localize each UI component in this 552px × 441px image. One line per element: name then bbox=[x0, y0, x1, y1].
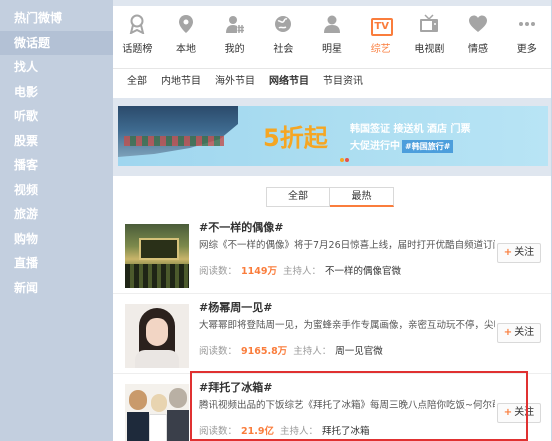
thumb-head bbox=[129, 390, 147, 410]
category-topic-rank[interactable]: 话题榜 bbox=[113, 14, 162, 64]
category-emotion[interactable]: 情感 bbox=[454, 14, 503, 64]
tv-icon: TV bbox=[370, 14, 393, 36]
sidebar-item-topics[interactable]: 微话题 bbox=[0, 30, 113, 55]
sidebar-item-shopping[interactable]: 购物 bbox=[0, 227, 113, 252]
thumb-body bbox=[167, 410, 189, 441]
topic-item: #杨幂周一见# 大幂幂即将登陆周一见，为蜜蜂亲手作专属画像，亲密互动玩不停，尖叫… bbox=[113, 294, 551, 374]
sidebar-item-stocks[interactable]: 股票 bbox=[0, 129, 113, 154]
host-name[interactable]: 拜托了冰箱 bbox=[322, 426, 370, 437]
more-dots-icon bbox=[517, 14, 537, 34]
thumb-body bbox=[127, 412, 149, 441]
subtab-overseas[interactable]: 海外节目 bbox=[215, 74, 255, 90]
subtab-domestic[interactable]: 内地节目 bbox=[161, 74, 201, 90]
topic-description: 网综《不一样的偶像》将于7月26日惊喜上线，届时打开优酷自频道订阅 bbox=[199, 240, 495, 251]
follow-button[interactable]: + 关注 bbox=[497, 403, 541, 423]
banner-services: 韩国签证 接送机 酒店 门票 bbox=[350, 124, 471, 135]
host-name[interactable]: 周一见官微 bbox=[335, 346, 383, 357]
topic-title[interactable]: #杨幂周一见# bbox=[199, 299, 272, 315]
category-local[interactable]: 本地 bbox=[162, 14, 211, 64]
topic-thumbnail[interactable] bbox=[125, 224, 189, 288]
plus-icon: + bbox=[503, 247, 513, 258]
topic-description: 大幂幂即将登陆周一见，为蜜蜂亲手作专属画像，亲密互动玩不停，尖叫 bbox=[199, 320, 495, 331]
category-divider bbox=[113, 68, 551, 69]
follow-button[interactable]: + 关注 bbox=[497, 243, 541, 263]
topic-description: 腾讯视频出品的下饭综艺《拜托了冰箱》每周三晚八点陪你吃饭~何尔萌和 bbox=[199, 400, 495, 411]
read-count: 9165.8万 bbox=[241, 346, 288, 357]
category-mine[interactable]: 我的 bbox=[210, 14, 259, 64]
plus-icon: + bbox=[503, 327, 513, 338]
topic-title[interactable]: #不一样的偶像# bbox=[199, 219, 283, 235]
sidebar-item-live[interactable]: 直播 bbox=[0, 251, 113, 276]
category-stars[interactable]: 明星 bbox=[308, 14, 357, 64]
filter-tabs: 全部 最热 bbox=[266, 187, 394, 207]
category-more[interactable]: 更多 bbox=[502, 14, 551, 64]
plus-icon: + bbox=[503, 407, 513, 418]
subtab-online[interactable]: 网络节目 bbox=[269, 74, 309, 90]
banner-dots bbox=[340, 151, 352, 162]
sidebar-item-hot-weibo[interactable]: 热门微博 bbox=[0, 6, 113, 31]
sidebar-item-travel[interactable]: 旅游 bbox=[0, 202, 113, 227]
follow-button[interactable]: + 关注 bbox=[497, 323, 541, 343]
topic-meta: 阅读数： 21.9亿 主持人： 拜托了冰箱 bbox=[199, 426, 370, 437]
sidebar-item-news[interactable]: 新闻 bbox=[0, 276, 113, 301]
heart-icon bbox=[468, 14, 488, 34]
topic-meta: 阅读数： 9165.8万 主持人： 周一见官微 bbox=[199, 346, 383, 357]
topic-item: #拜托了冰箱# 腾讯视频出品的下饭综艺《拜托了冰箱》每周三晚八点陪你吃饭~何尔萌… bbox=[113, 374, 551, 441]
category-icon-row: 话题榜 本地 我的 社会 明星 TV 综艺 电视剧 情感 更多 bbox=[113, 14, 551, 64]
thumb-face bbox=[146, 318, 168, 346]
banner-tag: #韩国旅行# bbox=[402, 140, 454, 153]
category-variety[interactable]: TV 综艺 bbox=[356, 14, 405, 64]
promo-banner[interactable]: 5折起 韩国签证 接送机 酒店 门票 大促进行中 #韩国旅行# bbox=[118, 106, 548, 166]
banner-palace-beams bbox=[124, 136, 224, 146]
topic-thumbnail[interactable] bbox=[125, 304, 189, 368]
badge-icon bbox=[127, 14, 147, 35]
television-icon bbox=[419, 14, 439, 34]
banner-headline: 5折起 bbox=[263, 124, 328, 152]
category-tv-drama[interactable]: 电视剧 bbox=[405, 14, 454, 64]
sidebar-item-music[interactable]: 听歌 bbox=[0, 104, 113, 129]
banner-promo-line: 大促进行中 #韩国旅行# bbox=[350, 137, 454, 153]
topic-list-card: 全部 最热 #不一样的偶像# 网综《不一样的偶像》将于7月26日惊喜上线，届时打… bbox=[113, 176, 551, 441]
category-card: 话题榜 本地 我的 社会 明星 TV 综艺 电视剧 情感 更多 全部 内地节目 … bbox=[113, 6, 551, 98]
read-count: 1149万 bbox=[241, 266, 277, 277]
person-icon bbox=[322, 14, 342, 34]
filter-tab-hottest[interactable]: 最热 bbox=[330, 187, 394, 207]
globe-icon bbox=[273, 14, 293, 34]
subtab-all[interactable]: 全部 bbox=[127, 74, 147, 90]
topic-thumbnail[interactable] bbox=[125, 384, 189, 441]
location-pin-icon bbox=[176, 14, 196, 34]
sidebar-item-videos[interactable]: 视频 bbox=[0, 178, 113, 203]
filter-tab-all[interactable]: 全部 bbox=[266, 187, 330, 207]
sidebar-item-movies[interactable]: 电影 bbox=[0, 80, 113, 105]
category-society[interactable]: 社会 bbox=[259, 14, 308, 64]
subtab-row: 全部 内地节目 海外节目 网络节目 节目资讯 bbox=[113, 74, 363, 90]
sidebar-item-find-people[interactable]: 找人 bbox=[0, 55, 113, 80]
subtab-news[interactable]: 节目资讯 bbox=[323, 74, 363, 90]
user-hash-icon bbox=[225, 14, 245, 34]
host-name[interactable]: 不一样的偶像官微 bbox=[325, 266, 401, 277]
topic-meta: 阅读数： 1149万 主持人： 不一样的偶像官微 bbox=[199, 266, 401, 277]
topic-item: #不一样的偶像# 网综《不一样的偶像》将于7月26日惊喜上线，届时打开优酷自频道… bbox=[113, 214, 551, 294]
thumb-head bbox=[169, 388, 187, 408]
thumb-head bbox=[151, 394, 167, 412]
thumb-crowd bbox=[125, 264, 189, 288]
read-count: 21.9亿 bbox=[241, 426, 274, 437]
thumb-stage bbox=[139, 238, 179, 260]
topic-title[interactable]: #拜托了冰箱# bbox=[199, 379, 272, 395]
sidebar-nav: 热门微博 微话题 找人 电影 听歌 股票 播客 视频 旅游 购物 直播 新闻 bbox=[0, 0, 113, 441]
thumb-body bbox=[135, 350, 179, 368]
main-panel: 话题榜 本地 我的 社会 明星 TV 综艺 电视剧 情感 更多 全部 内地节目 … bbox=[113, 0, 551, 441]
sidebar-item-podcasts[interactable]: 播客 bbox=[0, 153, 113, 178]
thumb-body bbox=[149, 414, 167, 441]
